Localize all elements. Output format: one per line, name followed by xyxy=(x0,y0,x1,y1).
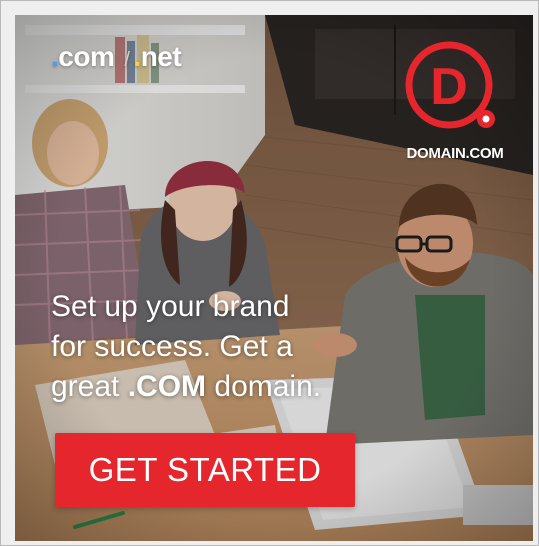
tld-list: .com / .net xyxy=(51,41,182,73)
domain-banner-ad[interactable]: .com / .net D DOMAIN.COM Set up your brand… xyxy=(15,15,533,541)
headline-line-3-pre: great xyxy=(51,370,128,403)
headline-dotcom: .COM xyxy=(127,370,207,403)
headline-line-3: great .COM domain. xyxy=(51,367,431,407)
logo-letter: D xyxy=(430,58,468,116)
headline-line-3-post: domain. xyxy=(206,370,322,403)
headline-line-1: Set up your brand xyxy=(51,290,290,323)
ad-frame: .com / .net D DOMAIN.COM Set up your brand… xyxy=(0,0,539,546)
domain-logo-icon: D xyxy=(405,41,495,129)
headline: Set up your brand for success. Get a gre… xyxy=(51,287,431,407)
tld-separator: / xyxy=(124,49,130,71)
headline-line-2: for success. Get a xyxy=(51,330,293,363)
tld-net: net xyxy=(140,41,182,72)
tld-dot-yellow: . xyxy=(133,41,141,72)
brand-name: DOMAIN.COM xyxy=(406,145,504,162)
tld-com: com xyxy=(58,41,115,72)
get-started-button[interactable]: GET STARTED xyxy=(55,433,355,507)
